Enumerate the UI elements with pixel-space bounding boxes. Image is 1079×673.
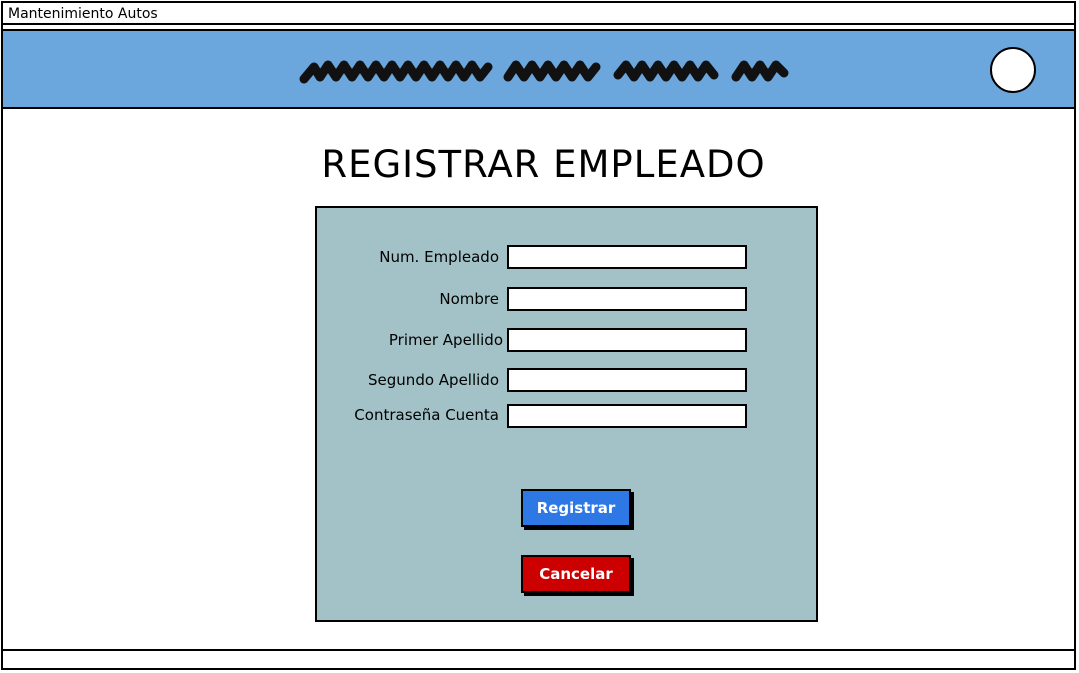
app-window: Mantenimiento Autos REGISTRAR EMPLEADO N… — [1, 1, 1076, 670]
registrar-button[interactable]: Registrar — [521, 489, 631, 527]
scribble-placeholder-icon — [299, 60, 789, 84]
primer-apellido-label: Primer Apellido — [388, 331, 503, 349]
page-title: REGISTRAR EMPLEADO — [321, 143, 766, 186]
num-empleado-label: Num. Empleado — [379, 248, 499, 266]
nombre-input[interactable] — [507, 287, 747, 311]
title-bar: Mantenimiento Autos — [3, 3, 1074, 25]
contrasena-cuenta-input[interactable] — [507, 404, 747, 428]
nombre-label: Nombre — [439, 290, 499, 308]
segundo-apellido-input[interactable] — [507, 368, 747, 392]
user-avatar-icon[interactable] — [990, 47, 1036, 93]
primer-apellido-input[interactable] — [507, 328, 747, 352]
footer-divider — [3, 649, 1074, 651]
header-bar — [3, 29, 1074, 109]
contrasena-cuenta-label: Contraseña Cuenta — [354, 406, 499, 424]
segundo-apellido-label: Segundo Apellido — [368, 371, 499, 389]
window-title: Mantenimiento Autos — [8, 6, 158, 22]
register-form: Num. Empleado Nombre Primer Apellido Seg… — [315, 206, 818, 622]
num-empleado-input[interactable] — [507, 245, 747, 269]
cancelar-button[interactable]: Cancelar — [521, 555, 631, 593]
